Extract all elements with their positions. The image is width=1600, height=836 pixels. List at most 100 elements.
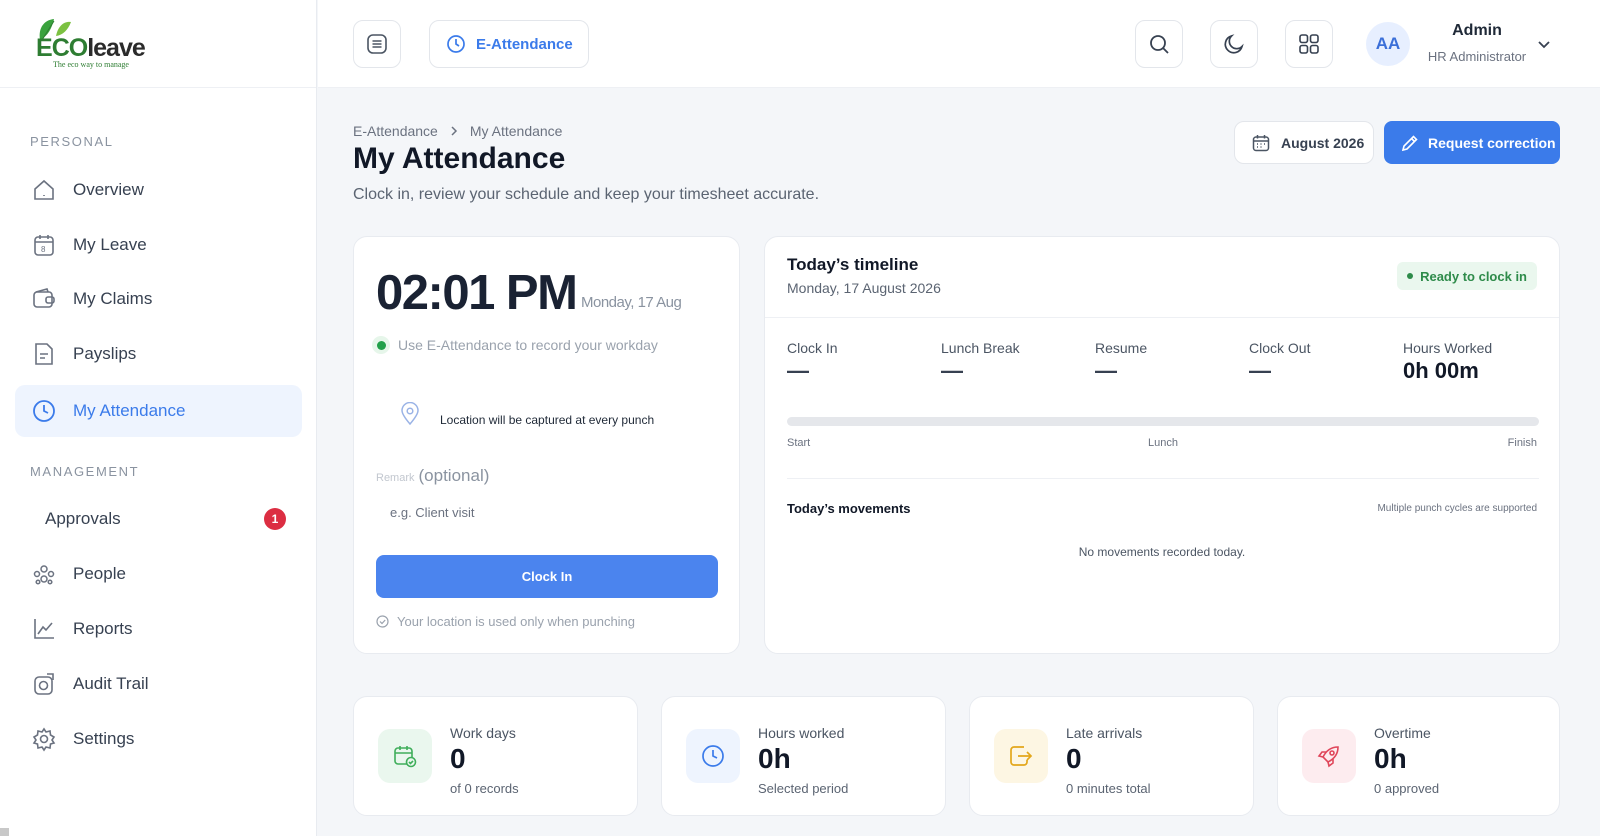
page-subtitle: Clock in, review your schedule and keep … [353, 186, 820, 203]
sidebar-item-label: Approvals [45, 509, 121, 528]
timeline-col-hours-worked: Hours Worked 0h 00m [1403, 340, 1492, 384]
login-icon [1010, 746, 1033, 766]
status-badge: Ready to clock in [1397, 262, 1537, 290]
timeline-title: Today’s timeline [787, 255, 919, 274]
sidebar-item-label: Overview [73, 180, 144, 199]
approvals-count-badge: 1 [264, 508, 286, 530]
remark-input[interactable] [376, 495, 718, 529]
location-pin-icon [401, 402, 419, 426]
timeline-col-lunch-break: Lunch Break — [941, 340, 1020, 384]
col-label: Clock In [787, 340, 838, 356]
col-label: Hours Worked [1403, 340, 1493, 356]
section-label-personal: PERSONAL [30, 134, 114, 149]
divider [765, 317, 1559, 318]
page-title: My Attendance [353, 142, 566, 175]
movements-note: Multiple punch cycles are supported [1377, 503, 1537, 514]
grid-icon [1299, 34, 1319, 54]
stat-icon-bg [378, 729, 432, 783]
sidebar-item-payslips[interactable]: Payslips [15, 328, 302, 380]
stat-sub: of 0 records [450, 781, 519, 796]
sidebar-item-my-attendance[interactable]: My Attendance [15, 385, 302, 437]
remark-label: Remark (optional) [376, 466, 489, 486]
col-value: — [1249, 358, 1271, 383]
sidebar-item-settings[interactable]: Settings [15, 713, 302, 765]
stat-card-work-days: Work days 0 of 0 records [353, 696, 638, 816]
clock-icon [447, 35, 465, 53]
calendar-icon [1252, 134, 1270, 151]
stat-label: Late arrivals [1066, 725, 1143, 741]
apps-button[interactable] [1285, 20, 1333, 68]
people-icon [33, 565, 55, 585]
timeline-col-clock-out: Clock Out — [1249, 340, 1310, 384]
breadcrumb: E-Attendance My Attendance [353, 123, 562, 139]
current-date: Monday, 17 Aug [581, 294, 682, 311]
request-correction-button[interactable]: Request correction [1384, 121, 1560, 164]
timeline-col-clock-in: Clock In — [787, 340, 838, 384]
calendar-check-icon [394, 746, 417, 768]
sidebar-item-my-leave[interactable]: 8 My Leave [15, 219, 302, 271]
clock-in-button[interactable]: Clock In [376, 555, 718, 598]
search-button[interactable] [1135, 20, 1183, 68]
hours-worked-value: 0h 00m [1403, 358, 1479, 383]
col-value: — [1095, 358, 1117, 383]
clock-icon [702, 745, 724, 767]
sidebar: ECOleave The eco way to manage PERSONAL … [0, 0, 317, 836]
clock-icon [33, 400, 55, 422]
sidebar-item-overview[interactable]: Overview [15, 164, 302, 216]
stat-sub: Selected period [758, 781, 849, 796]
clock-card: 02:01 PM Monday, 17 Aug Use E-Attendance… [353, 236, 740, 654]
sidebar-item-label: Audit Trail [73, 674, 149, 693]
remark-optional: (optional) [418, 466, 490, 485]
module-pill[interactable]: E-Attendance [429, 20, 589, 68]
rocket-icon [1317, 746, 1339, 768]
user-role: HR Administrator [1427, 49, 1527, 64]
module-name: E-Attendance [476, 35, 573, 53]
stat-icon-bg [1302, 729, 1356, 783]
stat-card-overtime: Overtime 0h 0 approved [1277, 696, 1560, 816]
month-label: August 2026 [1281, 134, 1365, 151]
status-dot-icon [1407, 273, 1414, 279]
month-picker-button[interactable]: August 2026 [1234, 121, 1374, 164]
sidebar-item-label: Payslips [73, 344, 137, 363]
stat-card-late-arrivals: Late arrivals 0 0 minutes total [969, 696, 1254, 816]
stat-label: Hours worked [758, 725, 845, 741]
divider [787, 478, 1539, 479]
status-dot-icon [372, 336, 390, 354]
pencil-icon [1401, 134, 1418, 151]
menu-toggle-button[interactable] [353, 20, 401, 68]
timeline-date: Monday, 17 August 2026 [787, 280, 941, 296]
audit-icon [34, 673, 54, 695]
request-correction-label: Request correction [1428, 134, 1556, 151]
search-icon [1150, 35, 1169, 54]
stat-value: 0 [1066, 743, 1082, 774]
sidebar-item-label: Reports [73, 619, 133, 638]
bar-label-lunch: Lunch [1148, 437, 1178, 449]
sidebar-item-people[interactable]: People [15, 548, 302, 600]
sidebar-item-label: My Attendance [73, 401, 186, 420]
sidebar-item-reports[interactable]: Reports [15, 603, 302, 655]
menu-icon [367, 34, 387, 54]
stat-value: 0h [758, 743, 791, 774]
stat-sub: 0 approved [1374, 781, 1440, 796]
sidebar-item-audit-trail[interactable]: Audit Trail [15, 658, 302, 710]
timeline-card: Today’s timeline Monday, 17 August 2026 … [764, 236, 1560, 654]
wallet-icon [33, 288, 55, 308]
theme-toggle-button[interactable] [1210, 20, 1258, 68]
home-icon [34, 179, 54, 200]
calendar-icon: 8 [34, 235, 54, 256]
chevron-right-icon [451, 126, 457, 136]
movements-empty-state: No movements recorded today. [1078, 545, 1246, 559]
sidebar-item-my-claims[interactable]: My Claims [15, 273, 302, 325]
location-notice: Location will be captured at every punch [400, 401, 740, 427]
sidebar-item-approvals[interactable]: Approvals 1 [15, 493, 302, 545]
brand-logo[interactable]: ECOleave The eco way to manage [0, 0, 316, 88]
stat-icon-bg [994, 729, 1048, 783]
stat-label: Work days [450, 725, 516, 741]
avatar[interactable]: AA [1366, 22, 1410, 66]
bar-label-finish: Finish [1507, 437, 1537, 449]
chevron-down-icon[interactable] [1536, 36, 1552, 52]
user-name: Admin [1452, 22, 1502, 39]
top-header: E-Attendance AA Admin HR Administrator [318, 0, 1600, 88]
privacy-note: Your location is used only when punching [376, 614, 635, 629]
breadcrumb-item[interactable]: E-Attendance [353, 123, 438, 139]
